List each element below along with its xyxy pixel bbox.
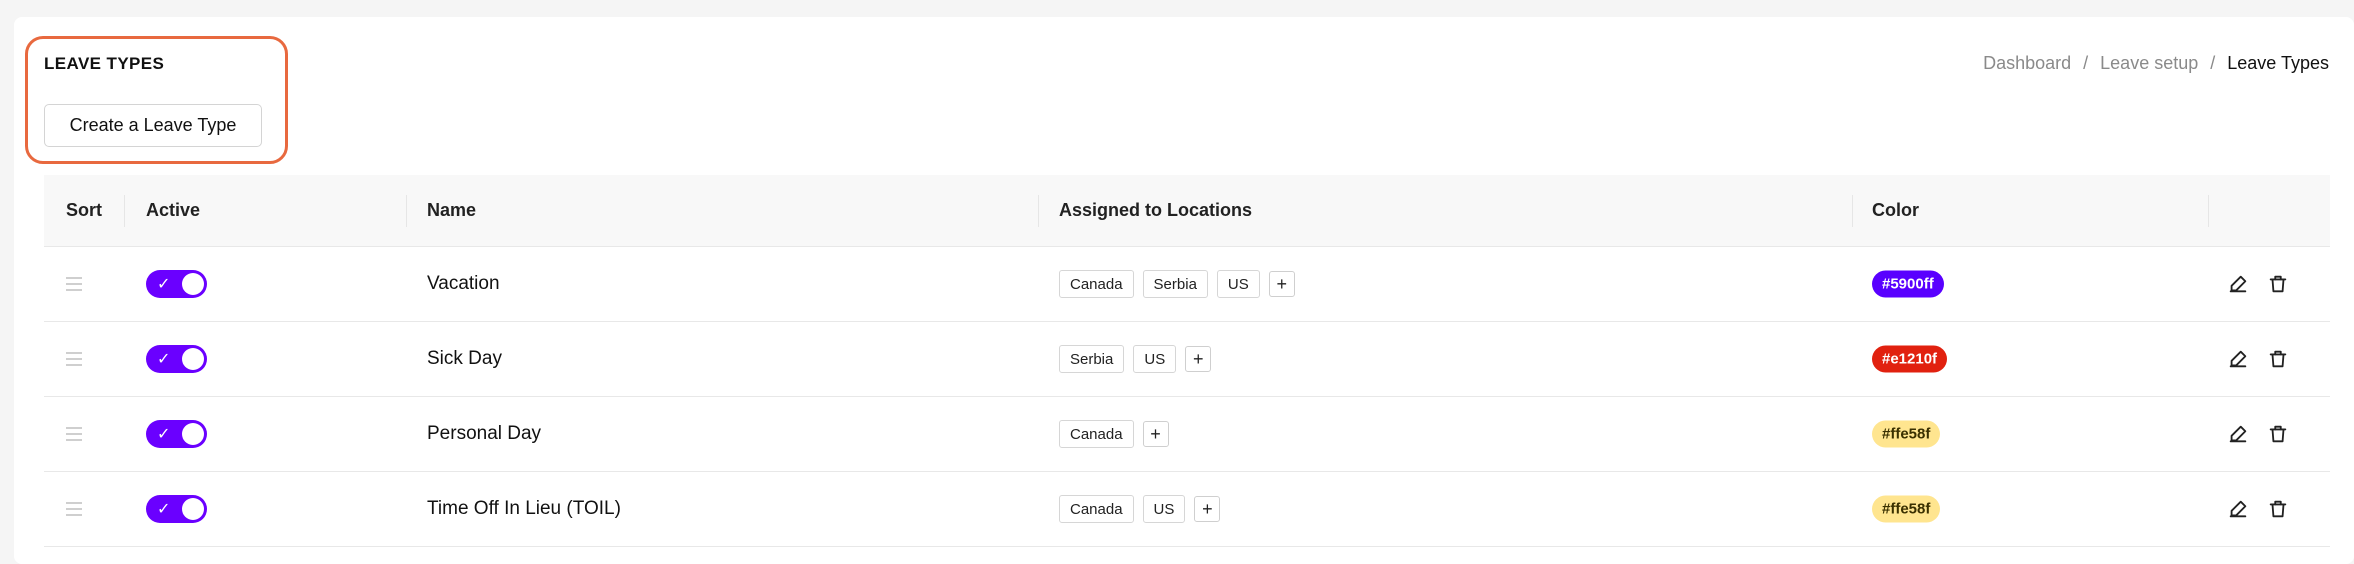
location-tag: Serbia [1059,345,1125,373]
breadcrumb: Dashboard / Leave setup / Leave Types [1983,53,2329,74]
column-divider [2208,195,2209,227]
drag-handle-icon[interactable] [66,273,82,295]
breadcrumb-leave-types: Leave Types [2227,53,2329,73]
trash-icon[interactable] [2267,423,2289,445]
plus-icon[interactable]: + [1142,421,1169,447]
location-tag: US [1133,345,1177,373]
active-toggle[interactable]: ✓ [146,345,207,373]
active-toggle[interactable]: ✓ [146,270,207,298]
location-tags: Canada US + [1059,495,1221,523]
plus-icon[interactable]: + [1185,346,1212,372]
page-title: LEAVE TYPES [44,54,165,73]
table-row: ✓ Vacation Canada Serbia US + #5900ff [44,247,2330,322]
breadcrumb-separator: / [2083,53,2089,73]
leave-type-name: Time Off In Lieu (TOIL) [427,498,621,519]
trash-icon[interactable] [2267,273,2289,295]
leave-type-name: Sick Day [427,348,502,369]
drag-handle-icon[interactable] [66,423,82,445]
color-badge: #e1210f [1872,345,1948,373]
check-icon: ✓ [157,501,171,518]
drag-handle-icon[interactable] [66,498,82,520]
breadcrumb-leave-setup[interactable]: Leave setup [2100,53,2198,74]
location-tag: US [1142,495,1186,523]
toggle-knob [182,498,204,520]
column-sort: Sort [66,200,102,220]
leave-types-table: Sort Active Name Assigned to Locations C… [44,175,2330,547]
table-body: ✓ Vacation Canada Serbia US + #5900ff ✓ Sic… [44,247,2330,547]
toggle-knob [182,423,204,445]
location-tag: Canada [1059,495,1134,523]
table-row: ✓ Personal Day Canada + #ffe58f [44,397,2330,472]
plus-icon[interactable]: + [1268,271,1295,297]
toggle-knob [182,348,204,370]
column-divider [406,195,407,227]
location-tags: Canada Serbia US + [1059,270,1295,298]
color-badge: #ffe58f [1872,495,1941,523]
column-divider [1852,195,1853,227]
breadcrumb-dashboard[interactable]: Dashboard [1983,53,2071,74]
column-name: Name [427,200,477,220]
create-leave-type-button[interactable]: Create a Leave Type [44,104,262,147]
color-badge: #5900ff [1872,270,1944,298]
table-row: ✓ Time Off In Lieu (TOIL) Canada US + #ffe… [44,472,2330,547]
leave-type-name: Personal Day [427,423,542,444]
table-header: Sort Active Name Assigned to Locations C… [44,175,2330,247]
trash-icon[interactable] [2267,498,2289,520]
active-toggle[interactable]: ✓ [146,495,207,523]
location-tag: Canada [1059,420,1134,448]
column-divider [124,195,125,227]
column-color: Color [1872,200,1919,220]
color-badge: #ffe58f [1872,420,1941,448]
breadcrumb-separator: / [2210,53,2216,73]
leave-type-name: Vacation [427,273,500,294]
active-toggle[interactable]: ✓ [146,420,207,448]
check-icon: ✓ [157,351,171,368]
edit-icon[interactable] [2227,273,2249,295]
edit-icon[interactable] [2227,423,2249,445]
trash-icon[interactable] [2267,348,2289,370]
location-tag: US [1216,270,1260,298]
plus-icon[interactable]: + [1194,496,1221,522]
column-divider [1038,195,1039,227]
location-tags: Canada + [1059,420,1169,448]
table-row: ✓ Sick Day Serbia US + #e1210f [44,322,2330,397]
location-tag: Canada [1059,270,1134,298]
column-locations: Assigned to Locations [1059,200,1253,220]
edit-icon[interactable] [2227,498,2249,520]
column-active: Active [146,200,201,220]
edit-icon[interactable] [2227,348,2249,370]
location-tags: Serbia US + [1059,345,1212,373]
check-icon: ✓ [157,426,171,443]
toggle-knob [182,273,204,295]
check-icon: ✓ [157,276,171,293]
location-tag: Serbia [1142,270,1208,298]
drag-handle-icon[interactable] [66,348,82,370]
